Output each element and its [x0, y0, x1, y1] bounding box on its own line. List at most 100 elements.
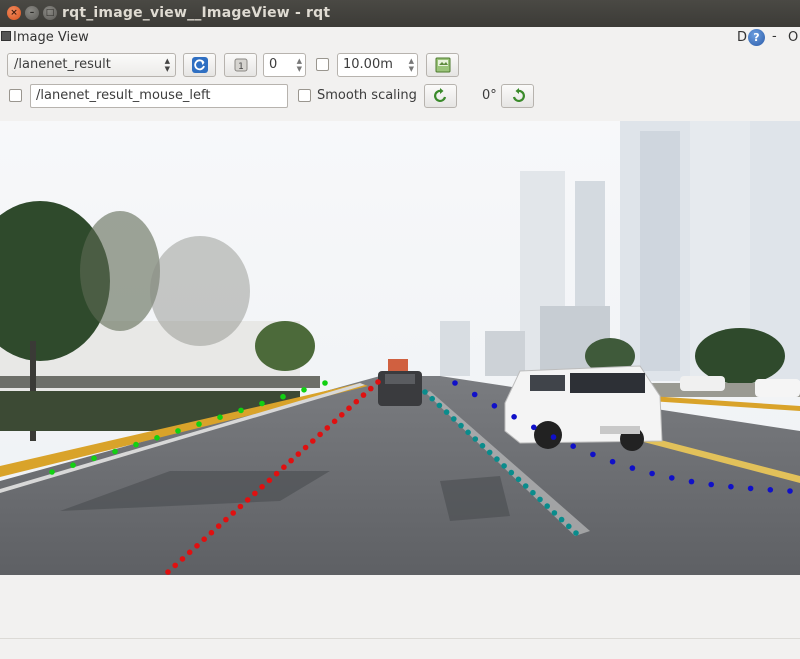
lane-right-dot [728, 483, 734, 490]
lane-ego-right-dot [486, 449, 493, 456]
window-maximize-button[interactable]: □ [43, 6, 57, 20]
lane-left-dot [217, 414, 223, 421]
lane-ego-left-dot [201, 536, 207, 542]
minimize-icon: – [29, 7, 35, 18]
lane-left-dot [49, 469, 55, 475]
refresh-topics-button[interactable] [183, 53, 216, 77]
lane-right-dot [609, 458, 616, 465]
mouse-topic-value: /lanenet_result_mouse_left [36, 88, 211, 103]
lane-ego-left-dot [331, 418, 338, 425]
spin-box-value: 0 [269, 57, 278, 72]
lane-ego-right-dot [479, 442, 486, 449]
smooth-scaling-label: Smooth scaling [317, 88, 417, 103]
window-title-bar: × – □ rqt_image_view__ImageView - rqt [0, 0, 800, 27]
lane-ego-left-dot [244, 497, 251, 503]
lane-left-dot [301, 387, 307, 393]
lane-ego-right-dot [573, 530, 579, 536]
lane-left-dot [91, 455, 97, 462]
lane-ego-left-dot [310, 438, 316, 444]
lane-ego-left-dot [353, 398, 360, 405]
lane-ego-left-dot [259, 484, 265, 490]
close-icon: × [10, 7, 18, 18]
lane-ego-right-dot [429, 395, 436, 402]
window-title: rqt_image_view__ImageView - rqt [62, 5, 331, 21]
lane-ego-right-dot [501, 463, 507, 469]
rotate-left-icon [433, 88, 446, 102]
help-icon[interactable]: ? [748, 29, 765, 46]
lane-ego-right-dot [472, 436, 479, 442]
lane-ego-left-dot [273, 470, 280, 477]
lane-ego-left-dot [346, 405, 352, 412]
lane-right-dot [669, 475, 675, 481]
lane-ego-left-dot [317, 431, 323, 438]
window-close-button[interactable]: × [7, 6, 21, 20]
lane-ego-right-dot [458, 422, 464, 429]
zoom-one-button[interactable]: 1 [224, 53, 257, 77]
lane-ego-left-dot [281, 464, 287, 471]
lane-left-dot [112, 448, 118, 455]
lane-right-dot [747, 485, 754, 492]
mouse-topic-input[interactable]: /lanenet_result_mouse_left [30, 84, 288, 108]
dock-title: Image View [13, 30, 89, 45]
refresh-icon [191, 57, 208, 73]
lane-ego-left-dot [360, 392, 367, 398]
lane-ego-right-dot [494, 456, 500, 462]
mouse-publish-checkbox[interactable] [9, 89, 22, 102]
rotation-label: 0° [482, 88, 497, 103]
dock-minimize-button[interactable]: - [772, 29, 777, 44]
lane-right-dot [550, 434, 557, 440]
topic-select[interactable]: /lanenet_result ▲ ▼ [7, 53, 176, 77]
lane-right-dot [787, 488, 793, 494]
lane-ego-left-dot [324, 425, 331, 431]
svg-text:1: 1 [238, 62, 244, 72]
lane-right-dot [491, 403, 498, 409]
lane-ego-right-dot [551, 510, 558, 516]
lane-ego-right-dot [522, 483, 529, 489]
lane-ego-left-dot [165, 569, 171, 575]
bottom-divider [0, 638, 800, 639]
dynamic-range-checkbox[interactable] [316, 58, 329, 71]
dock-d-button[interactable]: D [737, 30, 747, 45]
camera-image [0, 121, 800, 575]
duration-spin-box[interactable]: 10.00m ▲ ▼ [337, 53, 418, 77]
lane-ego-left-dot [302, 444, 309, 451]
lane-ego-left-dot [223, 516, 229, 523]
duration-arrows-icon: ▲ ▼ [408, 57, 414, 73]
save-image-icon [435, 57, 450, 73]
lane-ego-left-dot [186, 549, 193, 556]
lane-right-dot [767, 487, 774, 493]
lane-left-dot [70, 462, 76, 469]
lane-right-dot [629, 465, 636, 471]
rotate-left-button[interactable] [424, 84, 457, 108]
spin-box[interactable]: 0 ▲ ▼ [263, 53, 306, 77]
lane-ego-left-dot [237, 503, 244, 510]
lane-ego-left-dot [252, 490, 258, 497]
image-view[interactable] [0, 121, 800, 575]
lane-ego-left-dot [208, 529, 215, 536]
lane-ego-right-dot [422, 389, 428, 395]
lane-right-dot [570, 443, 576, 450]
zoom-one-icon: 1 [234, 58, 247, 72]
maximize-icon: □ [45, 7, 55, 18]
lane-left-dot [322, 380, 328, 386]
lane-ego-left-dot [215, 523, 222, 529]
lane-ego-right-dot [530, 489, 536, 496]
lane-right-dot [531, 424, 537, 431]
lane-left-dot [175, 428, 181, 434]
save-image-button[interactable] [426, 53, 459, 77]
lane-right-dot [471, 391, 478, 398]
window-minimize-button[interactable]: – [25, 6, 39, 20]
dock-options-button[interactable]: O [788, 30, 798, 45]
lane-left-dot [259, 400, 265, 407]
lane-right-dot [452, 380, 458, 386]
lane-right-dot [511, 414, 517, 420]
dock-widget-icon [1, 31, 11, 41]
select-arrows-icon: ▲ ▼ [164, 57, 170, 73]
duration-value: 10.00m [343, 57, 393, 72]
lane-ego-left-dot [368, 385, 374, 392]
lane-right-dot [590, 451, 596, 458]
lane-ego-left-dot [339, 412, 345, 418]
rotate-right-button[interactable] [501, 84, 534, 108]
smooth-scaling-checkbox[interactable] [298, 89, 311, 102]
lane-right-dot [649, 470, 655, 477]
